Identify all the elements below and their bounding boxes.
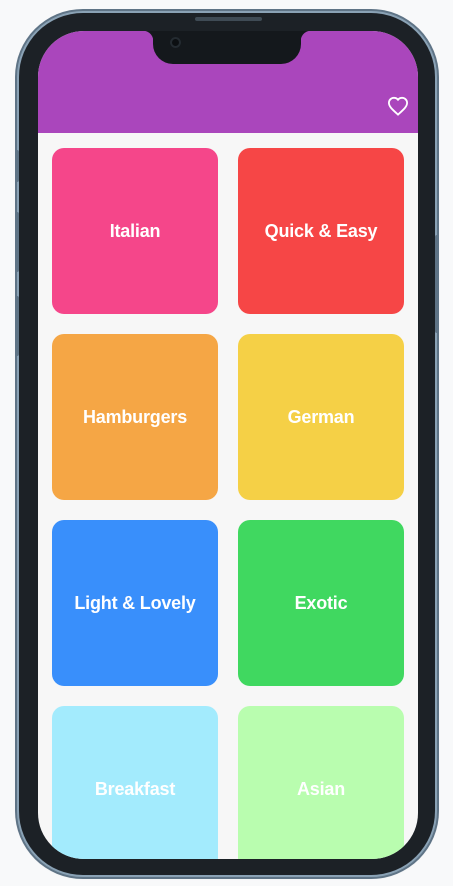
power-button (435, 235, 439, 333)
category-label: Quick & Easy (264, 220, 378, 241)
notch-corner (143, 31, 153, 41)
category-label: Hamburgers (82, 406, 188, 427)
favorites-button[interactable] (386, 94, 410, 118)
category-tile-quick-easy[interactable]: Quick & Easy (238, 148, 404, 314)
earpiece-speaker (195, 17, 262, 21)
front-camera (170, 37, 181, 48)
volume-down-button (15, 296, 19, 356)
category-tile-asian[interactable]: Asian (238, 706, 404, 859)
category-tile-hamburgers[interactable]: Hamburgers (52, 334, 218, 500)
category-tile-exotic[interactable]: Exotic (238, 520, 404, 686)
mute-switch (15, 150, 19, 182)
category-tile-german[interactable]: German (238, 334, 404, 500)
category-label: Exotic (294, 592, 348, 613)
category-tile-italian[interactable]: Italian (52, 148, 218, 314)
volume-up-button (15, 212, 19, 272)
heart-outline-icon (387, 96, 409, 116)
category-label: Asian (296, 778, 346, 799)
category-tile-light-lovely[interactable]: Light & Lovely (52, 520, 218, 686)
category-label: German (287, 406, 355, 427)
category-label: Light & Lovely (74, 592, 196, 613)
app-screen: Italian Quick & Easy Hamburgers German L… (38, 31, 418, 859)
category-label: Breakfast (94, 778, 176, 799)
category-label: Italian (109, 220, 161, 241)
notch-corner (301, 31, 311, 41)
category-tile-breakfast[interactable]: Breakfast (52, 706, 218, 859)
